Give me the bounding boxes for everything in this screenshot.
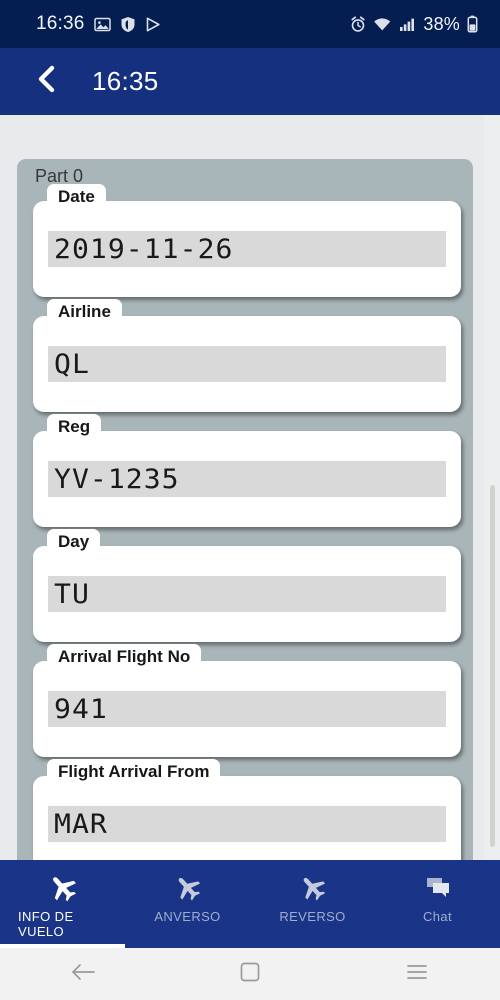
scrollbar-track[interactable] xyxy=(484,115,500,860)
field-value-text: 941 xyxy=(54,693,108,725)
field-input-date[interactable]: 2019-11-26 xyxy=(48,231,446,267)
field-label: Reg xyxy=(47,414,102,441)
status-bar: 16:36 38% xyxy=(0,0,500,48)
field-input-reg[interactable]: YV-1235 xyxy=(48,461,446,497)
play-arrow-icon xyxy=(145,16,161,33)
bottom-tab-bar: INFO DE VUELO ANVERSO REVERSO Chat xyxy=(0,860,500,948)
app-bar: 16:35 xyxy=(0,48,500,115)
field-label: Day xyxy=(47,529,101,556)
tab-label: Chat xyxy=(422,909,453,924)
field-label: Airline xyxy=(47,299,122,326)
nav-back-button[interactable] xyxy=(48,961,118,988)
status-bar-clock: 16:36 xyxy=(36,13,85,34)
field-card-flight-arrival-from[interactable]: Flight Arrival From MAR xyxy=(33,759,461,860)
status-bar-right: 38% xyxy=(350,14,478,35)
field-value-text: MAR xyxy=(54,808,108,840)
field-input-arrival-flight-no[interactable]: 941 xyxy=(48,691,446,727)
tab-label: ANVERSO xyxy=(154,909,221,924)
field-card-airline[interactable]: Airline QL xyxy=(33,299,461,412)
status-bar-left: 16:36 xyxy=(36,13,161,35)
page-title: 16:35 xyxy=(92,66,159,96)
tab-chat[interactable]: Chat xyxy=(375,860,500,948)
tab-anverso[interactable]: ANVERSO xyxy=(125,860,250,948)
field-value-text: YV-1235 xyxy=(54,463,180,495)
home-square-icon xyxy=(239,961,261,988)
battery-percent-label: 38% xyxy=(423,13,460,34)
part-panel: Part 0 Date 2019-11-26 Airline QL Reg YV… xyxy=(17,159,473,860)
image-icon xyxy=(93,16,111,33)
airplane-icon xyxy=(298,871,328,905)
airplane-icon xyxy=(47,871,79,905)
field-card-arrival-flight-no[interactable]: Arrival Flight No 941 xyxy=(33,644,461,757)
field-value-text: 2019-11-26 xyxy=(54,233,234,265)
alarm-clock-icon xyxy=(350,15,366,33)
field-card-reg[interactable]: Reg YV-1235 xyxy=(33,414,461,527)
field-label: Date xyxy=(47,184,106,211)
field-label: Arrival Flight No xyxy=(47,644,202,671)
field-input-airline[interactable]: QL xyxy=(48,346,446,382)
recents-menu-icon xyxy=(405,962,429,987)
wifi-icon xyxy=(373,16,393,33)
field-card-date[interactable]: Date 2019-11-26 xyxy=(33,184,461,297)
nav-recents-button[interactable] xyxy=(382,962,452,987)
tab-label: REVERSO xyxy=(279,909,346,924)
nav-home-button[interactable] xyxy=(215,961,285,988)
phone-screen: 16:36 38% 16:35 Part 0 Date 2019-11-26 A… xyxy=(0,0,500,1000)
tab-label: INFO DE VUELO xyxy=(18,909,74,940)
field-value-text: QL xyxy=(54,348,90,380)
field-card-day[interactable]: Day TU xyxy=(33,529,461,642)
back-button[interactable] xyxy=(24,64,70,99)
form-scroll-area[interactable]: Part 0 Date 2019-11-26 Airline QL Reg YV… xyxy=(0,115,500,860)
scrollbar-thumb[interactable] xyxy=(490,485,495,847)
field-value-text: TU xyxy=(54,578,90,610)
tab-reverso[interactable]: REVERSO xyxy=(250,860,375,948)
airplane-icon xyxy=(173,871,203,905)
tab-info-de-vuelo[interactable]: INFO DE VUELO xyxy=(0,860,125,948)
field-input-flight-arrival-from[interactable]: MAR xyxy=(48,806,446,842)
chat-bubbles-icon xyxy=(424,871,452,905)
field-label: Flight Arrival From xyxy=(47,759,221,786)
signal-bars-icon xyxy=(399,16,416,33)
battery-icon xyxy=(467,15,478,33)
back-arrow-icon xyxy=(70,961,96,988)
chevron-left-icon xyxy=(34,64,60,99)
field-input-day[interactable]: TU xyxy=(48,576,446,612)
android-nav-bar xyxy=(0,948,500,1000)
shield-icon xyxy=(120,16,136,33)
